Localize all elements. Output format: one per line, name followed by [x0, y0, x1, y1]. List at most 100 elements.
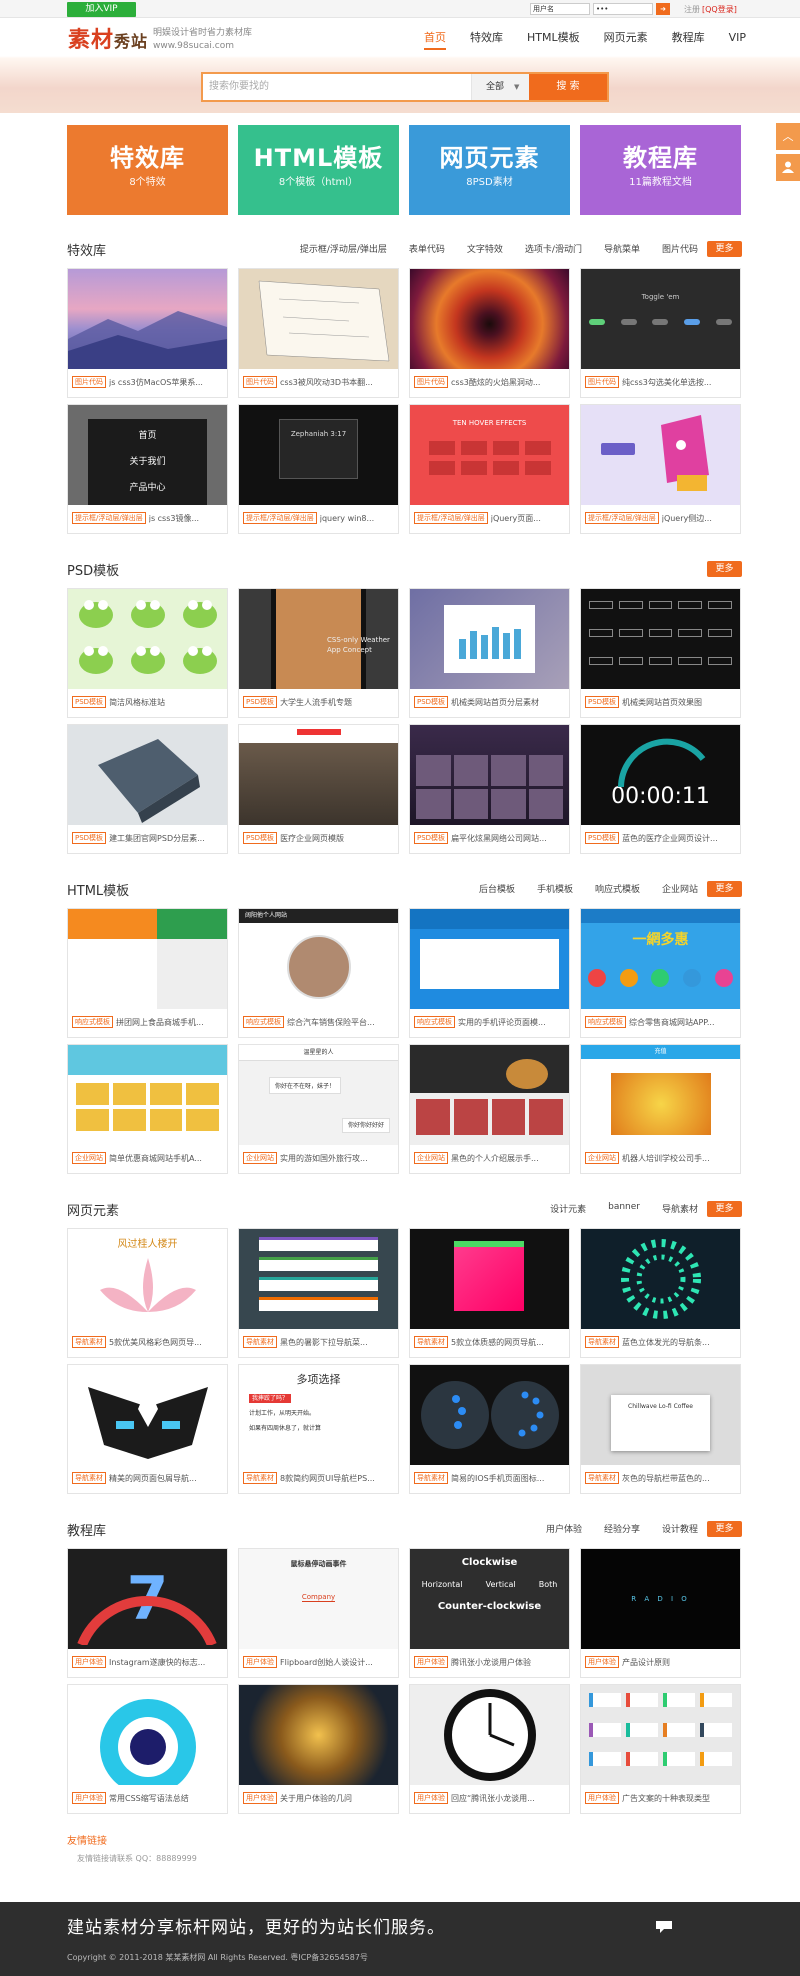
- resource-thumbnail[interactable]: [410, 1365, 569, 1465]
- section-tag-link[interactable]: 企业网站: [662, 882, 698, 895]
- search-input[interactable]: 搜索你要找的: [203, 74, 471, 100]
- resource-category-badge[interactable]: 用户体验: [243, 1656, 277, 1668]
- resource-thumbnail[interactable]: [410, 1685, 569, 1785]
- resource-thumbnail[interactable]: [410, 909, 569, 1009]
- nav-web-elements[interactable]: 网页元素: [604, 28, 648, 50]
- resource-title[interactable]: jQuery页面...: [491, 513, 541, 524]
- resource-title[interactable]: 扁平化炫黑网络公司网站...: [451, 833, 547, 844]
- resource-category-badge[interactable]: 图片代码: [72, 376, 106, 388]
- resource-thumbnail[interactable]: 7: [68, 1549, 227, 1649]
- section-tag-link[interactable]: 设计元素: [550, 1202, 586, 1215]
- username-input[interactable]: [530, 3, 590, 15]
- resource-title[interactable]: Flipboard创始人谈设计...: [280, 1657, 373, 1668]
- resource-category-badge[interactable]: 响应式模板: [585, 1016, 626, 1028]
- qq-login-link[interactable]: [QQ登录]: [702, 4, 737, 15]
- resource-thumbnail[interactable]: [581, 1229, 740, 1329]
- resource-category-badge[interactable]: 图片代码: [414, 376, 448, 388]
- resource-category-badge[interactable]: 用户体验: [414, 1792, 448, 1804]
- resource-title[interactable]: 8款简约网页UI导航栏PS...: [280, 1473, 375, 1484]
- section-tag-link[interactable]: 导航素材: [662, 1202, 698, 1215]
- section-tag-link[interactable]: 导航菜单: [604, 242, 640, 255]
- resource-category-badge[interactable]: 企业网站: [243, 1152, 277, 1164]
- resource-title[interactable]: 回应“腾讯张小龙谈用...: [451, 1793, 535, 1804]
- resource-title[interactable]: 蓝色立体发光的导航条...: [622, 1337, 710, 1348]
- resource-category-badge[interactable]: 企业网站: [585, 1152, 619, 1164]
- section-tag-link[interactable]: 后台模板: [479, 882, 515, 895]
- resource-thumbnail[interactable]: 首页 关于我们 产品中心: [68, 405, 227, 505]
- section-tag-link[interactable]: 经验分享: [604, 1522, 640, 1535]
- resource-thumbnail[interactable]: 风过桂人楼开: [68, 1229, 227, 1329]
- resource-title[interactable]: 综合汽车销售保险平台...: [287, 1017, 375, 1028]
- resource-card[interactable]: 用户体验 关于用户体验的几问: [238, 1684, 399, 1814]
- resource-card[interactable]: 提示框/浮动层/弹出层 jQuery侧边...: [580, 404, 741, 534]
- resource-thumbnail[interactable]: [581, 1685, 740, 1785]
- more-button[interactable]: 更多: [707, 881, 742, 897]
- resource-card[interactable]: Toggle 'em 图片代码 纯css3勾选美化单选按...: [580, 268, 741, 398]
- resource-thumbnail[interactable]: [68, 1045, 227, 1145]
- resource-category-badge[interactable]: PSD模板: [414, 696, 449, 708]
- search-scope-select[interactable]: 全部 ▼: [471, 74, 529, 100]
- resource-card[interactable]: 图片代码 css3酷炫的火焰黑洞动...: [409, 268, 570, 398]
- resource-title[interactable]: 腾讯张小龙谈用户体验: [451, 1657, 531, 1668]
- resource-card[interactable]: 导航素材 简易的IOS手机页面图标...: [409, 1364, 570, 1494]
- resource-thumbnail[interactable]: [239, 1229, 398, 1329]
- section-tag-link[interactable]: 响应式模板: [595, 882, 640, 895]
- more-button[interactable]: 更多: [707, 1201, 742, 1217]
- resource-title[interactable]: 5款立体质感的网页导航...: [451, 1337, 544, 1348]
- resource-thumbnail[interactable]: [239, 1685, 398, 1785]
- resource-title[interactable]: js css3仿MacOS苹果系...: [109, 377, 203, 388]
- category-tile-html[interactable]: HTML模板 8个模板（html）: [238, 125, 399, 215]
- resource-card[interactable]: 鼠标悬停动画事件 Company 用户体验 Flipboard创始人谈设计...: [238, 1548, 399, 1678]
- resource-thumbnail[interactable]: [410, 269, 569, 369]
- resource-card[interactable]: 用户体验 广告文案的十种表现类型: [580, 1684, 741, 1814]
- nav-home[interactable]: 首页: [424, 28, 446, 50]
- resource-title[interactable]: jQuery侧边...: [662, 513, 712, 524]
- resource-category-badge[interactable]: 响应式模板: [72, 1016, 113, 1028]
- resource-thumbnail[interactable]: 鼠标悬停动画事件 Company: [239, 1549, 398, 1649]
- nav-effects[interactable]: 特效库: [470, 28, 503, 50]
- resource-category-badge[interactable]: 提示框/浮动层/弹出层: [585, 512, 659, 524]
- resource-card[interactable]: PSD模板 机械类网站首页分层素材: [409, 588, 570, 718]
- resource-category-badge[interactable]: 企业网站: [414, 1152, 448, 1164]
- resource-card[interactable]: PSD模板 机械类网站首页效果图: [580, 588, 741, 718]
- resource-title[interactable]: 产品设计原则: [622, 1657, 670, 1668]
- resource-card[interactable]: 用户体验 回应“腾讯张小龙谈用...: [409, 1684, 570, 1814]
- resource-thumbnail[interactable]: CSS-only Weather App Concept: [239, 589, 398, 689]
- resource-title[interactable]: 拼团网上食品商城手机...: [116, 1017, 204, 1028]
- resource-thumbnail[interactable]: [410, 1045, 569, 1145]
- category-tile-tutorials[interactable]: 教程库 11篇教程文档: [580, 125, 741, 215]
- resource-category-badge[interactable]: 响应式模板: [243, 1016, 284, 1028]
- resource-thumbnail[interactable]: Toggle 'em: [581, 269, 740, 369]
- resource-thumbnail[interactable]: [581, 405, 740, 505]
- resource-title[interactable]: 黑色的暑影下拉导航菜...: [280, 1337, 368, 1348]
- resource-category-badge[interactable]: 提示框/浮动层/弹出层: [72, 512, 146, 524]
- resource-title[interactable]: 蓝色的医疗企业网页设计...: [622, 833, 718, 844]
- section-tag-link[interactable]: 选项卡/滑动门: [525, 242, 582, 255]
- resource-thumbnail[interactable]: [239, 269, 398, 369]
- resource-title[interactable]: 简易的IOS手机页面图标...: [451, 1473, 544, 1484]
- password-input[interactable]: [593, 3, 653, 15]
- resource-thumbnail[interactable]: [68, 269, 227, 369]
- resource-thumbnail[interactable]: [68, 909, 227, 1009]
- resource-category-badge[interactable]: 导航素材: [243, 1336, 277, 1348]
- resource-card[interactable]: 图片代码 js css3仿MacOS苹果系...: [67, 268, 228, 398]
- resource-category-badge[interactable]: 用户体验: [72, 1792, 106, 1804]
- resource-title[interactable]: 建工集团官网PSD分层素...: [109, 833, 205, 844]
- resource-category-badge[interactable]: 用户体验: [585, 1792, 619, 1804]
- site-logo[interactable]: 素材秀站: [68, 24, 152, 56]
- resource-category-badge[interactable]: PSD模板: [243, 696, 278, 708]
- resource-category-badge[interactable]: PSD模板: [414, 832, 449, 844]
- resource-card[interactable]: 导航素材 黑色的暑影下拉导航菜...: [238, 1228, 399, 1358]
- search-button[interactable]: 搜 索: [529, 74, 607, 100]
- resource-category-badge[interactable]: 企业网站: [72, 1152, 106, 1164]
- section-tag-link[interactable]: 设计教程: [662, 1522, 698, 1535]
- resource-title[interactable]: 广告文案的十种表现类型: [622, 1793, 710, 1804]
- resource-thumbnail[interactable]: TEN HOVER EFFECTS: [410, 405, 569, 505]
- resource-title[interactable]: 关于用户体验的几问: [280, 1793, 352, 1804]
- resource-card[interactable]: PSD模板 建工集团官网PSD分层素...: [67, 724, 228, 854]
- resource-category-badge[interactable]: 导航素材: [243, 1472, 277, 1484]
- resource-thumbnail[interactable]: [410, 725, 569, 825]
- resource-category-badge[interactable]: 响应式模板: [414, 1016, 455, 1028]
- resource-card[interactable]: 企业网站 简单优惠商城网站手机A...: [67, 1044, 228, 1174]
- nav-tutorials[interactable]: 教程库: [672, 28, 705, 50]
